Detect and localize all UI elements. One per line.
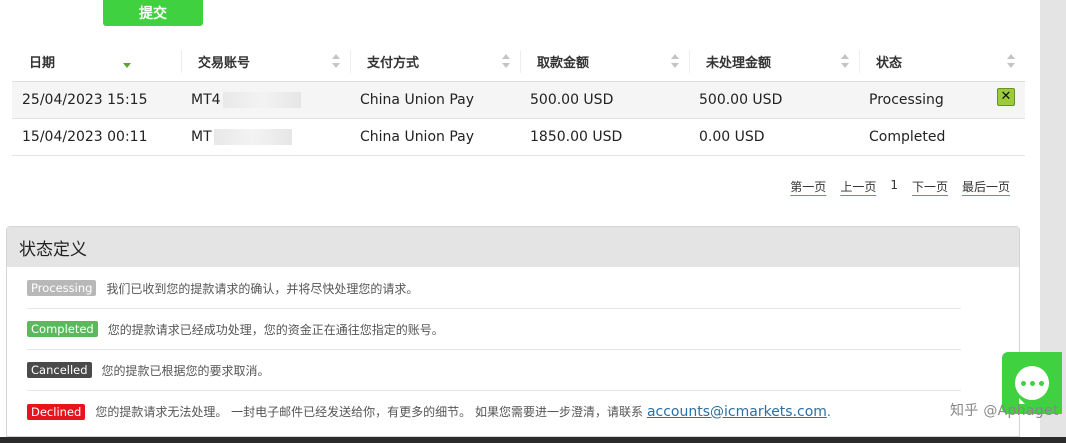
sort-icon — [1007, 54, 1015, 69]
column-header-method[interactable]: 支付方式 — [350, 42, 520, 82]
cell-date: 25/04/2023 15:15 — [12, 81, 181, 119]
column-header-pending[interactable]: 未处理金额 — [689, 42, 859, 82]
legend-text: 您的提款请求无法处理。 一封电子邮件已经发送给你，有更多的细节。 如果您需要进一… — [95, 405, 643, 419]
account-redaction — [213, 128, 292, 145]
status-badge: Declined — [27, 403, 86, 420]
legend-text: 您的提款请求已经成功处理，您的资金正在通往您指定的账号。 — [107, 322, 444, 337]
sort-icon — [332, 54, 340, 69]
cell-amount: 1850.00 USD — [520, 118, 689, 156]
sort-icon — [841, 54, 849, 69]
column-header-status[interactable]: 状态 — [859, 42, 1025, 82]
table-row: 25/04/2023 15:15 MT4 China Union Pay 500… — [12, 81, 1025, 119]
cell-account: MT4 — [181, 81, 350, 119]
pager-last[interactable]: 最后一页 — [962, 178, 1010, 195]
pagination: 第一页 上一页 1 下一页 最后一页 — [790, 178, 1010, 195]
bottom-bar — [0, 437, 1066, 443]
column-header-amount[interactable]: 取款金额 — [520, 42, 689, 82]
cell-method: China Union Pay — [350, 81, 520, 119]
cell-pending: 500.00 USD — [689, 81, 859, 119]
cell-amount: 500.00 USD — [520, 81, 689, 119]
cell-account: MT — [181, 118, 350, 156]
status-badge: Completed — [27, 321, 98, 337]
withdrawal-table: 日期 交易账号 支付方式 取款金额 未处理金额 状态 25/04/2023 15… — [12, 42, 1025, 156]
legend-text: 我们已收到您的提款请求的确认，并将尽快处理您的请求。 — [106, 281, 419, 296]
pager-prev[interactable]: 上一页 — [840, 178, 876, 195]
support-email-link[interactable]: accounts@icmarkets.com — [647, 404, 827, 420]
table-row: 15/04/2023 00:11 MT China Union Pay 1850… — [12, 118, 1025, 156]
pager-current: 1 — [890, 178, 898, 192]
status-legend: 状态定义 Processing 我们已收到您的提款请求的确认，并将尽快处理您的请… — [6, 226, 1020, 437]
pager-next[interactable]: 下一页 — [912, 178, 948, 195]
cell-method: China Union Pay — [350, 118, 520, 156]
cancel-withdrawal-icon[interactable]: ✕ — [997, 87, 1015, 106]
legend-text: 您的提款已根据您的要求取消。 — [101, 363, 270, 378]
legend-title: 状态定义 — [7, 227, 1019, 267]
cell-pending: 0.00 USD — [689, 118, 859, 156]
legend-item-declined: Declined 您的提款请求无法处理。 一封电子邮件已经发送给你，有更多的细节… — [27, 391, 961, 432]
sort-icon — [502, 54, 510, 69]
legend-item-completed: Completed 您的提款请求已经成功处理，您的资金正在通往您指定的账号。 — [27, 309, 961, 350]
legend-text-tail: . — [826, 404, 831, 419]
page: 提交 日期 交易账号 支付方式 取款金额 未处理金额 状态 25/04/2023… — [0, 0, 1040, 437]
legend-item-cancelled: Cancelled 您的提款已根据您的要求取消。 — [27, 350, 961, 391]
pager-first[interactable]: 第一页 — [790, 178, 826, 195]
status-badge: Processing — [27, 280, 97, 296]
sort-icon — [671, 54, 679, 69]
column-header-account[interactable]: 交易账号 — [181, 42, 350, 82]
watermark: 知乎 @Aphaget — [950, 403, 1059, 419]
account-redaction — [222, 91, 301, 108]
column-header-date[interactable]: 日期 — [12, 42, 181, 82]
cell-status: Completed — [859, 118, 1025, 156]
submit-button[interactable]: 提交 — [103, 0, 203, 26]
chat-icon — [1015, 366, 1049, 404]
table-header-row: 日期 交易账号 支付方式 取款金额 未处理金额 状态 — [12, 42, 1025, 82]
cell-date: 15/04/2023 00:11 — [12, 118, 181, 156]
sort-desc-icon — [123, 54, 131, 69]
legend-item-processing: Processing 我们已收到您的提款请求的确认，并将尽快处理您的请求。 — [27, 268, 961, 309]
status-badge: Cancelled — [27, 362, 92, 378]
cell-status: Processing ✕ — [859, 81, 1025, 119]
